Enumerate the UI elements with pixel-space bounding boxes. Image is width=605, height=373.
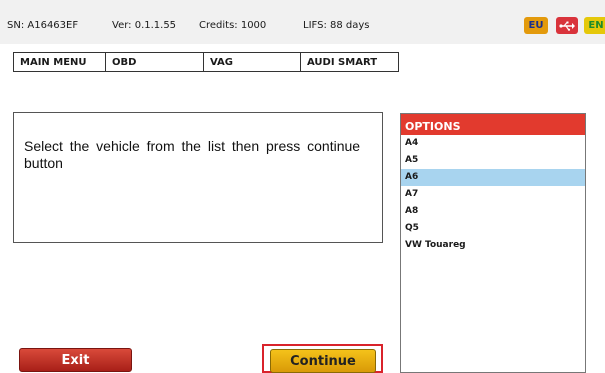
option-a6[interactable]: A6 [401, 169, 585, 186]
breadcrumb-obd[interactable]: OBD [106, 53, 204, 71]
option-q5[interactable]: Q5 [401, 220, 585, 237]
lifs-remaining: LIFS: 88 days [303, 20, 370, 31]
language-en-badge[interactable]: EN [584, 17, 605, 34]
credits-count: Credits: 1000 [199, 20, 267, 31]
status-bar: SN: A16463EF Ver: 0.1.1.55 Credits: 1000… [0, 0, 605, 44]
option-vw-touareg[interactable]: VW Touareg [401, 237, 585, 254]
breadcrumb: MAIN MENU OBD VAG AUDI SMART [13, 52, 399, 72]
exit-button[interactable]: Exit [19, 348, 132, 372]
options-panel: OPTIONS A4 A5 A6 A7 A8 Q5 VW Touareg [400, 113, 586, 373]
serial-number: SN: A16463EF [7, 20, 79, 31]
instruction-text: Select the vehicle from the list then pr… [24, 138, 361, 171]
options-list: A4 A5 A6 A7 A8 Q5 VW Touareg [401, 135, 585, 254]
option-a8[interactable]: A8 [401, 203, 585, 220]
breadcrumb-main-menu[interactable]: MAIN MENU [14, 53, 106, 71]
software-version: Ver: 0.1.1.55 [112, 20, 177, 31]
eu-region-badge: EU [524, 17, 548, 34]
option-a4[interactable]: A4 [401, 135, 585, 152]
breadcrumb-audi-smart: AUDI SMART [307, 56, 378, 68]
option-a5[interactable]: A5 [401, 152, 585, 169]
usb-icon [556, 17, 578, 34]
options-header: OPTIONS [401, 114, 585, 135]
continue-button[interactable]: Continue [270, 349, 376, 373]
option-a7[interactable]: A7 [401, 186, 585, 203]
usb-icon-glyph [559, 21, 575, 31]
instruction-box: Select the vehicle from the list then pr… [13, 112, 383, 243]
breadcrumb-vag[interactable]: VAG [204, 53, 301, 71]
